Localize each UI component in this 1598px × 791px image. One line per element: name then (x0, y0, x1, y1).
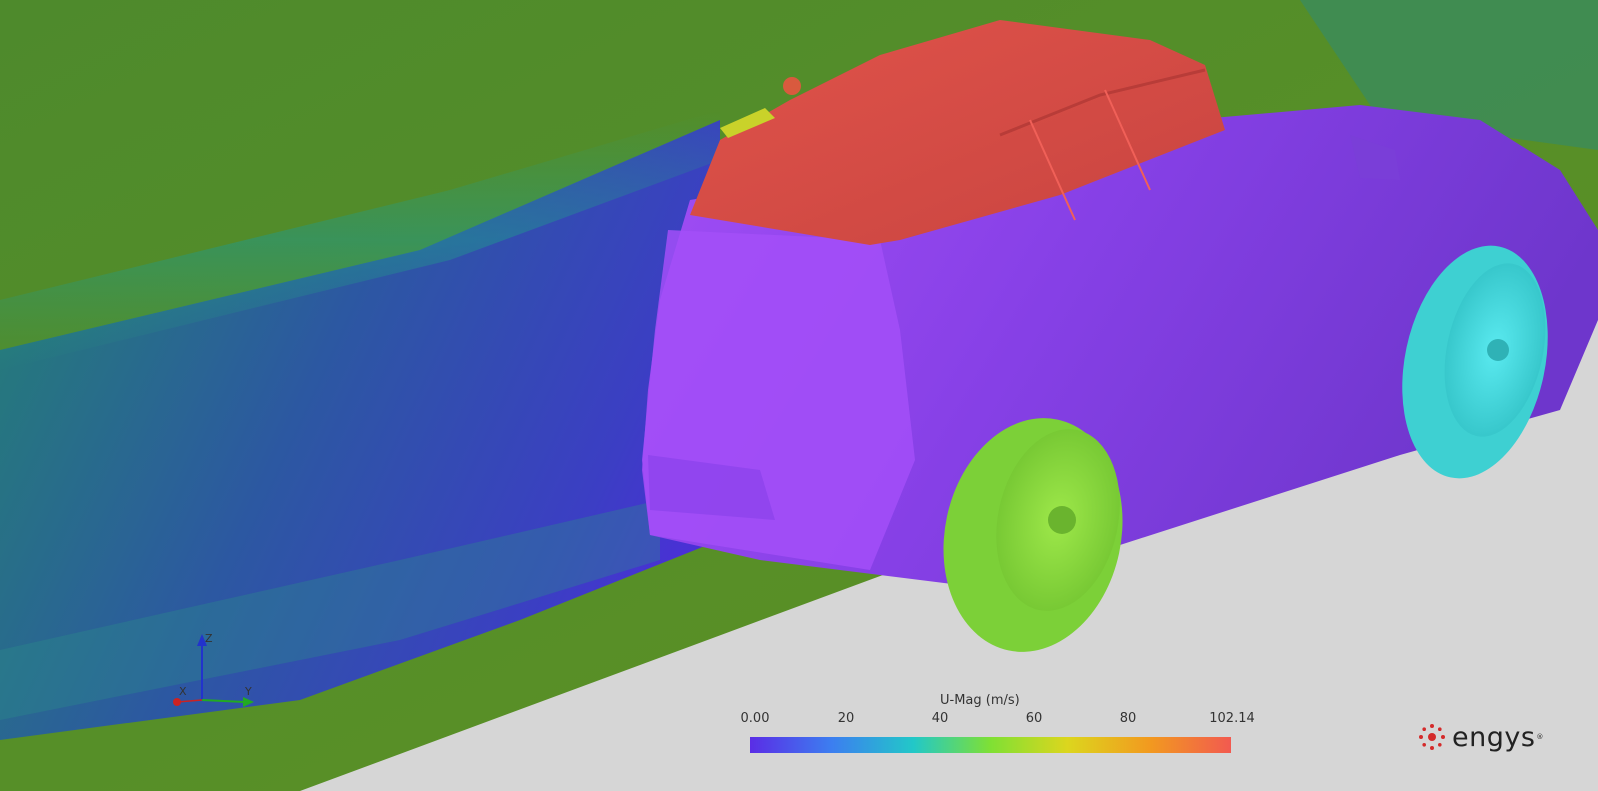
axis-z-label: Z (205, 632, 213, 645)
legend-max-label: 102.14 (1209, 711, 1255, 726)
legend-tick: 20 (837, 711, 855, 726)
engys-logo: engys ® (1418, 720, 1543, 754)
axis-y-label: Y (244, 685, 252, 698)
legend-min-label: 0.00 (740, 711, 770, 726)
legend-tick: 80 (1119, 711, 1137, 726)
engys-burst-icon (1419, 724, 1445, 750)
legend-tick: 40 (931, 711, 949, 726)
cfd-scene: Z Y X (0, 0, 1598, 791)
logo-registered-mark: ® (1536, 733, 1544, 741)
cfd-viewport[interactable]: Z Y X U-Mag (m/s) 0.00 20 40 60 80 102.1… (0, 0, 1598, 791)
axis-x-label: X (179, 685, 187, 698)
legend-tick: 60 (1025, 711, 1043, 726)
colorbar (750, 737, 1231, 753)
logo-text: engys (1452, 721, 1536, 753)
legend-title: U-Mag (m/s) (940, 693, 1020, 708)
